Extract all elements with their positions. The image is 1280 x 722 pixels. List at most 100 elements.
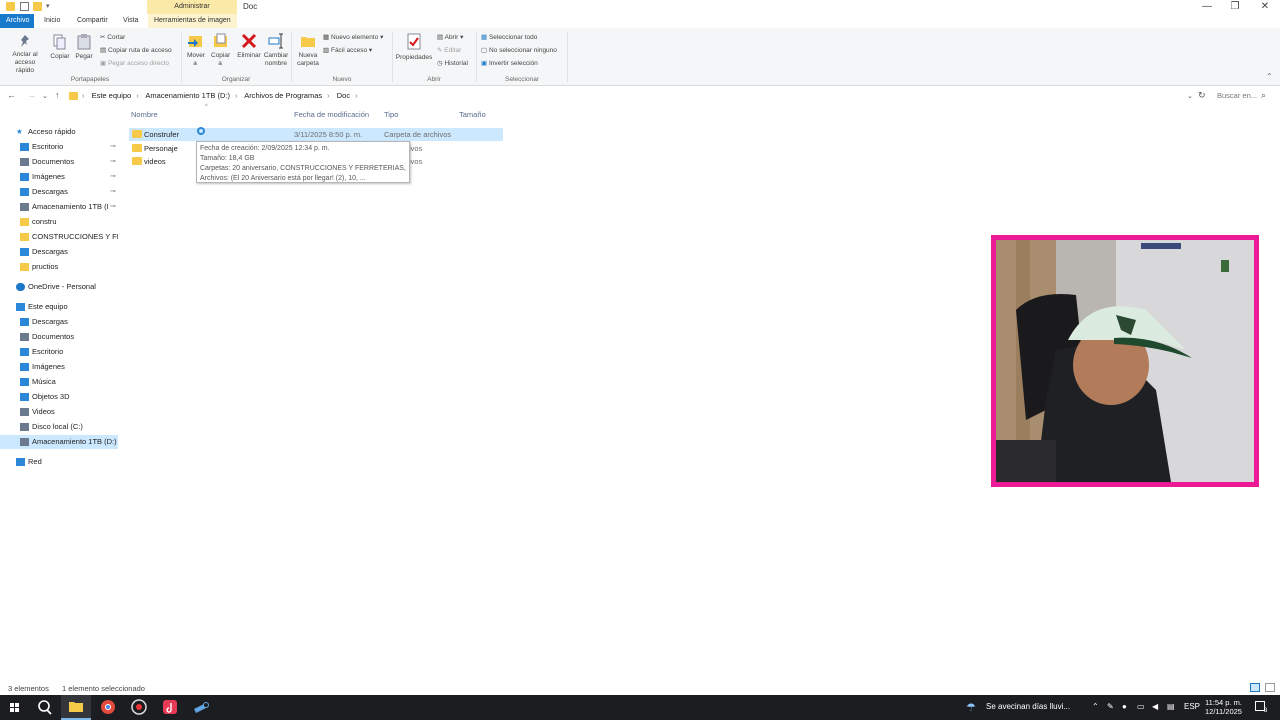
properties-button[interactable]: Propiedades [395,33,433,62]
network-tray-icon[interactable]: ▤ [1167,702,1175,711]
copy-path-button[interactable]: ▤ Copiar ruta de acceso [100,46,172,55]
tab-picture-tools[interactable]: Herramientas de imagen [148,14,237,28]
nav-item[interactable]: Este equipo [0,300,118,314]
select-none-button[interactable]: ▢ No seleccionar ninguno [481,46,557,55]
back-icon[interactable]: ← [7,90,16,100]
nav-item[interactable]: Disco local (C:) [0,420,118,434]
tab-home[interactable]: Inicio [38,14,66,28]
display-icon[interactable]: ▭ [1137,702,1145,711]
pen-icon[interactable]: ✎ [1107,702,1114,711]
move-to-button[interactable]: Mover a [184,33,206,68]
nav-item[interactable]: Documentos ⊸ [0,155,118,169]
crumb-doc[interactable]: Doc [337,91,350,100]
copy-button[interactable]: Copiar [49,34,71,61]
cut-button[interactable]: ✂ Cortar [100,33,125,42]
nav-item[interactable]: Amacenamiento 1TB (I ⊸ [0,200,118,214]
paste-shortcut-button[interactable]: ▣ Pegar acceso directo [100,59,169,68]
up-icon[interactable]: ↑ [55,90,60,100]
pinned-icon: ⊸ [110,188,116,195]
nav-item[interactable]: Descargas ⊸ [0,185,118,199]
nav-item[interactable]: Música [0,375,118,389]
search-button[interactable] [30,695,60,720]
crumb-program-files[interactable]: Archivos de Programas [244,91,322,100]
nav-item-label: Disco local (C:) [32,422,83,431]
copy-to-button[interactable]: Copiar a [208,33,232,68]
tab-view[interactable]: Vista [117,14,144,28]
show-hidden-icons-icon[interactable]: ⌃ [1092,702,1099,711]
steam-icon [194,702,209,713]
clock[interactable]: 11:54 p. m. 12/11/2025 [1205,698,1242,716]
recent-locations-icon[interactable]: ⌄ [42,92,48,100]
start-button[interactable] [0,695,30,720]
column-header-size[interactable]: Tamaño [459,110,486,119]
crumb-this-pc[interactable]: Este equipo [92,91,132,100]
nav-item[interactable]: Descargas [0,245,118,259]
cube-icon [20,393,29,401]
nav-item[interactable]: Videos [0,405,118,419]
column-header-type[interactable]: Tipo [384,110,398,119]
properties-icon[interactable] [20,2,29,11]
file-name: Construfer [144,130,180,139]
address-dropdown-icon[interactable]: ⌄ [1187,92,1193,100]
new-item-button[interactable]: ▦ Nuevo elemento ▾ [323,33,383,42]
close-button[interactable]: ✕ [1250,0,1280,14]
refresh-icon[interactable]: ↻ [1198,90,1206,101]
nav-item[interactable]: Descargas [0,315,118,329]
nav-item[interactable]: pructios [0,260,118,274]
nav-item[interactable]: ★ Acceso rápido [0,125,118,139]
forward-icon[interactable]: → [27,90,36,100]
taskbar-tiktok[interactable] [155,695,185,720]
nav-item[interactable]: Escritorio ⊸ [0,140,118,154]
nav-item[interactable]: Imágenes ⊸ [0,170,118,184]
nav-item[interactable]: Amacenamiento 1TB (D:) [0,435,118,449]
nav-item[interactable]: Red [0,455,118,469]
maximize-button[interactable]: ❐ [1220,0,1250,14]
nav-item[interactable]: Escritorio [0,345,118,359]
paste-button[interactable]: Pegar [73,34,95,61]
taskbar-file-explorer[interactable] [61,695,91,720]
crumb-drive-d[interactable]: Amacenamiento 1TB (D:) [145,91,230,100]
new-folder-button[interactable]: Nueva carpeta [295,33,321,68]
search-icon[interactable]: ⌕ [1261,90,1266,101]
star-icon: ★ [16,127,23,136]
new-folder-icon[interactable] [33,2,42,11]
delete-button[interactable]: Eliminar [236,33,262,60]
edit-button[interactable]: ✎ Editar [437,46,461,55]
pin-quick-access-button[interactable]: Anclar al acceso rápido [3,34,47,75]
taskbar-steam[interactable] [186,695,216,720]
minimize-button[interactable]: — [1192,0,1222,14]
nav-item[interactable]: constru [0,215,118,229]
tab-file[interactable]: Archivo [0,14,34,28]
nav-item[interactable]: CONSTRUCCIONES Y FERF [0,230,118,244]
language-indicator[interactable]: ESP [1184,702,1200,711]
nav-item-label: Amacenamiento 1TB (D:) [32,437,117,446]
collapse-ribbon-icon[interactable]: ⌃ [1266,72,1273,81]
weather-icon[interactable]: ☂ [966,701,976,714]
nav-item[interactable]: Imágenes [0,360,118,374]
cloud-icon [16,283,25,291]
tab-share[interactable]: Compartir [71,14,114,28]
rename-button[interactable]: Cambiar nombre [263,33,289,68]
history-button[interactable]: ◷ Historial [437,59,468,68]
details-view-icon[interactable] [1250,683,1260,692]
quick-access-dropdown-icon[interactable]: ▾ [46,2,52,11]
drive-icon [20,423,29,431]
invert-selection-button[interactable]: ▣ Invertir selección [481,59,538,68]
taskbar-browser[interactable] [93,695,123,720]
open-button[interactable]: ▤ Abrir ▾ [437,33,463,42]
weather-text[interactable]: Se avecinan días lluvi... [986,702,1070,711]
sort-indicator-icon: ^ [205,104,208,110]
microphone-icon[interactable]: ● [1122,702,1127,711]
easy-access-button[interactable]: ▨ Fácil acceso ▾ [323,46,372,55]
column-header-date[interactable]: Fecha de modificación [294,110,369,119]
column-header-name[interactable]: Nombre [131,110,158,119]
downloads-icon [20,188,29,196]
file-row[interactable]: Construfer 3/11/2025 8:50 p. m. Carpeta de… [129,128,503,141]
nav-item[interactable]: Documentos [0,330,118,344]
select-all-button[interactable]: ▦ Seleccionar todo [481,33,537,42]
nav-item[interactable]: Objetos 3D [0,390,118,404]
large-icons-view-icon[interactable] [1265,683,1275,692]
nav-item[interactable]: OneDrive - Personal [0,280,118,294]
taskbar-recorder[interactable] [124,695,154,720]
volume-icon[interactable]: ◀ [1152,702,1158,711]
